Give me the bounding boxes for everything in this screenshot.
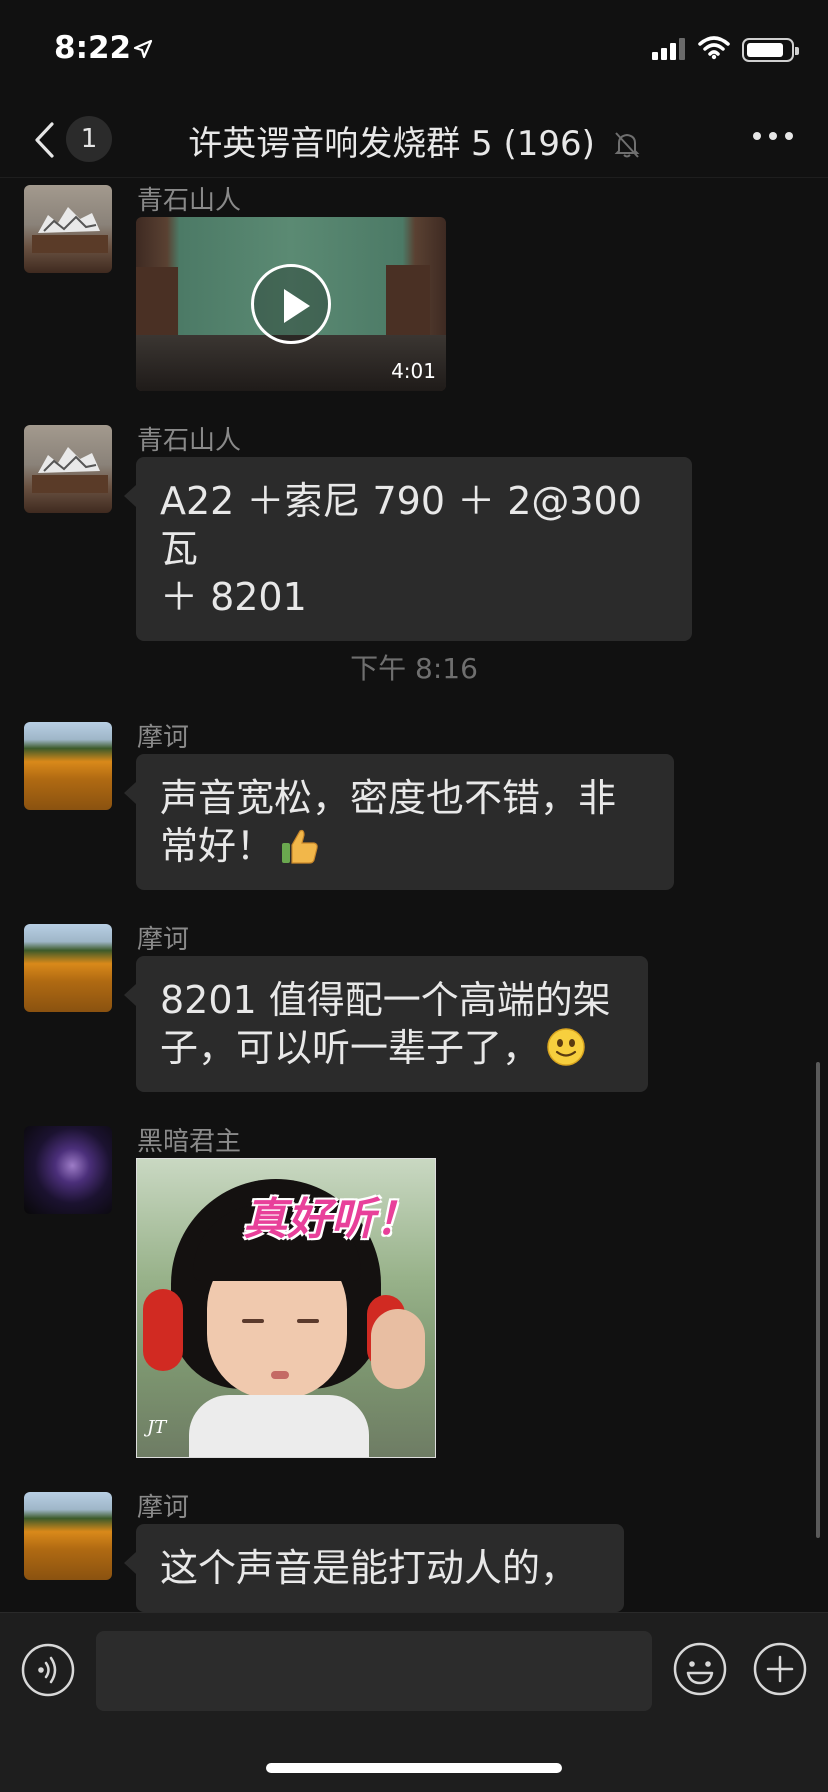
video-duration: 4:01 <box>391 359 436 383</box>
message-input[interactable] <box>96 1631 652 1711</box>
message-line: 8201 值得配一个高端的架 <box>160 978 611 1022</box>
nav-bar: 1 许英谔音响发烧群 5 (196) <box>0 100 828 178</box>
wifi-icon <box>698 36 730 60</box>
status-bar: 8:22 <box>0 0 828 100</box>
message-line: 这个声音是能打动人的， <box>160 1546 579 1590</box>
flower-field-avatar[interactable] <box>24 924 112 1012</box>
sticker-caption: 真好听！ <box>243 1194 419 1245</box>
sticker-image[interactable]: 真好听！ JT <box>136 1158 436 1458</box>
sticker-signature: JT <box>147 1417 167 1438</box>
sender-name: 摩诃 <box>137 925 190 955</box>
signal-icon <box>652 38 685 60</box>
message-line: ＋ 8201 <box>160 575 307 619</box>
sender-name: 摩诃 <box>137 1493 190 1523</box>
sender-name: 黑暗君主 <box>137 1127 242 1157</box>
message-bubble[interactable]: 8201 值得配一个高端的架 子，可以听一辈子了， <box>124 956 648 1092</box>
time-divider: 下午 8:16 <box>350 652 478 685</box>
thumbs-up-icon <box>282 829 318 864</box>
rock-avatar[interactable] <box>24 425 112 513</box>
status-time: 8:22 <box>54 30 132 66</box>
more-icon[interactable] <box>748 120 798 160</box>
sender-name: 摩诃 <box>137 723 190 753</box>
emoji-icon[interactable] <box>672 1641 728 1697</box>
dark-warrior-avatar[interactable] <box>24 1126 112 1214</box>
rock-avatar[interactable] <box>24 185 112 273</box>
home-indicator[interactable] <box>266 1763 562 1773</box>
message-bubble[interactable]: 声音宽松，密度也不错，非 常好！ <box>124 754 674 890</box>
video-thumbnail[interactable]: 4:01 <box>136 217 446 391</box>
message-line: A22 ＋索尼 790 ＋ 2@300 瓦 <box>160 479 642 571</box>
play-icon[interactable] <box>251 264 331 344</box>
plus-icon[interactable] <box>752 1641 808 1697</box>
voice-icon[interactable] <box>21 1643 75 1697</box>
battery-icon <box>742 38 799 62</box>
flower-field-avatar[interactable] <box>24 1492 112 1580</box>
message-line: 常好！ <box>160 824 275 868</box>
chat-title: 许英谔音响发烧群 5 (196) <box>0 116 828 165</box>
message-line: 声音宽松，密度也不错，非 <box>160 776 617 820</box>
message-line: 子，可以听一辈子了， <box>160 1026 541 1070</box>
sender-name: 青石山人 <box>137 186 242 216</box>
flower-field-avatar[interactable] <box>24 722 112 810</box>
chat-title-text: 许英谔音响发烧群 5 (196) <box>188 124 595 164</box>
message-bubble[interactable]: 这个声音是能打动人的， <box>124 1524 624 1612</box>
mute-bell-icon <box>614 132 640 158</box>
message-bubble[interactable]: A22 ＋索尼 790 ＋ 2@300 瓦 ＋ 8201 <box>124 457 692 641</box>
sender-name: 青石山人 <box>137 426 242 456</box>
location-arrow-icon <box>133 39 153 59</box>
scrollbar[interactable] <box>816 1062 820 1538</box>
smile-icon <box>547 1028 585 1066</box>
